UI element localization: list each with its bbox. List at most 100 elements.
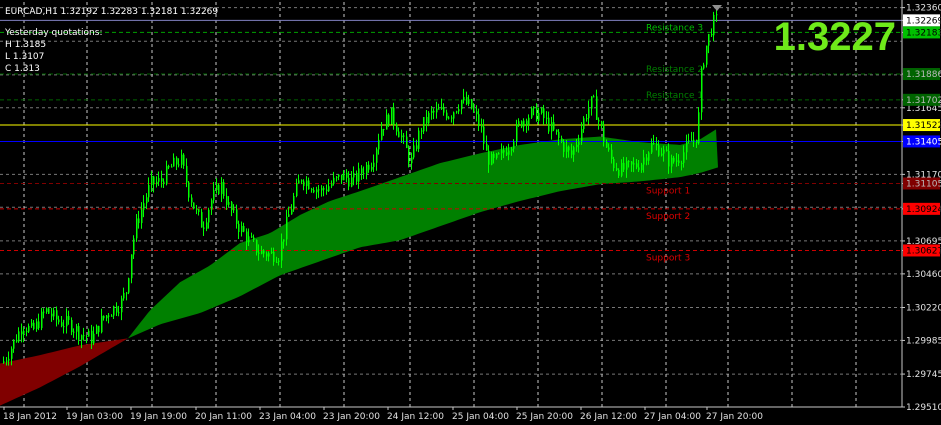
candle-body [38, 321, 40, 329]
candle-body [586, 118, 588, 120]
candle-body [448, 117, 450, 119]
candle-body [508, 150, 510, 155]
y-tick-label: 1.29510 [906, 403, 941, 413]
candle-body [61, 322, 63, 327]
candle-body [643, 157, 645, 165]
x-tick-label: 27 Jan 20:00 [706, 412, 763, 422]
candle-body [396, 124, 398, 132]
candle-body [318, 189, 320, 191]
candle-body [471, 99, 473, 109]
candle-body [551, 122, 553, 132]
candle-body [511, 148, 513, 151]
candle-body [91, 330, 93, 344]
candle-body [306, 180, 308, 187]
candle-body [378, 139, 380, 150]
candle-body [353, 173, 355, 178]
candle-body [423, 116, 425, 132]
candle-body [698, 112, 700, 144]
candle-body [416, 145, 418, 149]
candle-body [356, 173, 358, 182]
candle-body [486, 143, 488, 151]
candle-body [216, 184, 218, 190]
candle-body [656, 143, 658, 146]
candle-body [563, 141, 565, 152]
candle-body [688, 140, 690, 142]
candle-body [68, 316, 70, 321]
y-tick-label: 1.29745 [906, 370, 941, 380]
candle-body [668, 151, 670, 167]
y-tick-label: 1.30220 [906, 304, 941, 314]
y-tick-label: 1.29985 [906, 336, 941, 346]
candle-body [213, 189, 215, 201]
candle-body [123, 292, 125, 299]
candle-body [141, 209, 143, 224]
candle-body [516, 124, 518, 142]
candle-body [626, 161, 628, 170]
candle-body [151, 176, 153, 186]
candle-body [343, 172, 345, 181]
candle-body [283, 239, 285, 242]
candle-body [653, 142, 655, 144]
candle-body [23, 330, 25, 335]
price-tag-label: 1.31105 [906, 179, 941, 189]
candle-body [398, 131, 400, 138]
candle-body [518, 121, 520, 125]
candle-body [568, 146, 570, 151]
candle-body [238, 223, 240, 233]
candle-body [706, 45, 708, 65]
candle-body [366, 164, 368, 175]
candle-body [481, 126, 483, 128]
candle-body [578, 141, 580, 145]
candle-body [346, 172, 348, 178]
candle-body [168, 166, 170, 168]
candle-body [506, 152, 508, 155]
candle-body [261, 250, 263, 254]
candle-body [206, 222, 208, 229]
candle-body [106, 315, 108, 319]
candle-body [173, 157, 175, 167]
candle-body [96, 325, 98, 334]
candle-body [491, 153, 493, 165]
candle-body [326, 189, 328, 192]
x-tick-label: 26 Jan 12:00 [580, 412, 637, 422]
level-label: Support 3 [646, 253, 690, 263]
x-tick-label: 25 Jan 20:00 [516, 412, 573, 422]
x-tick-label: 19 Jan 19:00 [130, 412, 187, 422]
candle-body [236, 209, 238, 224]
candle-body [171, 166, 173, 168]
candle-body [276, 261, 278, 263]
candle-body [101, 315, 103, 333]
price-tag-label: 1.32269 [906, 16, 941, 26]
candle-body [16, 339, 18, 342]
candle-body [583, 118, 585, 130]
candle-body [178, 164, 180, 166]
candle-body [3, 361, 5, 363]
candle-body [371, 166, 373, 170]
candle-body [478, 114, 480, 127]
candle-body [613, 158, 615, 169]
candle-body [631, 161, 633, 165]
candle-body [446, 112, 448, 119]
candle-body [463, 96, 465, 101]
candle-body [303, 181, 305, 187]
candle-body [391, 107, 393, 125]
candle-body [453, 112, 455, 119]
candle-body [678, 160, 680, 164]
candle-body [591, 96, 593, 109]
candle-body [226, 196, 228, 205]
candle-body [716, 14, 718, 16]
candle-body [286, 216, 288, 240]
candle-body [633, 163, 635, 165]
candle-body [228, 202, 230, 205]
candle-body [358, 168, 360, 182]
x-tick-label: 20 Jan 11:00 [195, 412, 252, 422]
candle-body [233, 209, 235, 211]
candle-body [368, 164, 370, 170]
candle-body [258, 252, 260, 254]
candle-body [81, 335, 83, 340]
big-price-readout: 1.3227 [774, 15, 896, 59]
candle-body [323, 188, 325, 190]
candle-body [363, 173, 365, 175]
candle-body [413, 145, 415, 158]
candle-body [98, 325, 100, 333]
